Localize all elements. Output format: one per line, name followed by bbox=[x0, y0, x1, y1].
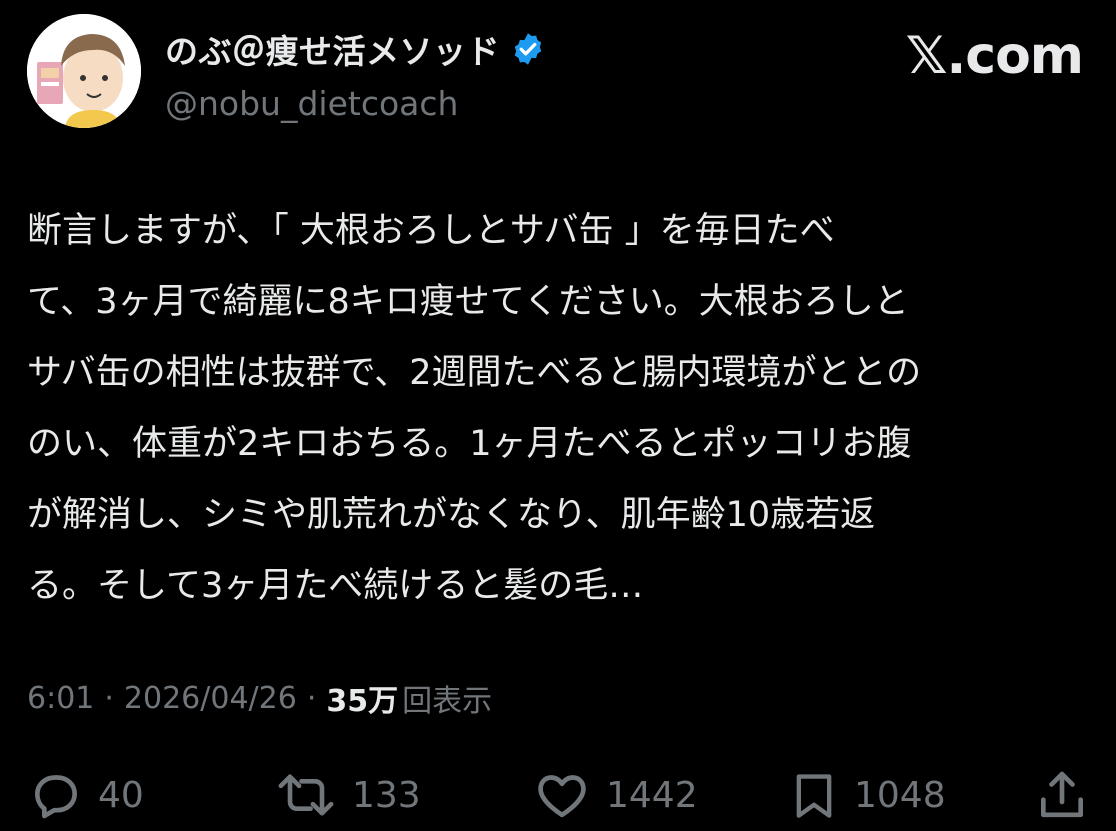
display-name[interactable]: のぶ＠痩せ活メソッド bbox=[165, 25, 500, 73]
display-name-row: のぶ＠痩せ活メソッド bbox=[165, 25, 805, 73]
tweet-meta: 6:01 · 2026/04/26 · 35万 回表示 bbox=[27, 676, 492, 720]
user-handle[interactable]: @nobu_dietcoach bbox=[165, 84, 805, 123]
tweet-actions: 40 133 1442 1048 bbox=[24, 760, 1094, 830]
tweet-line: が解消し、シミや肌荒れがなくなり、肌年齢10歳若返 bbox=[27, 495, 876, 535]
verified-badge-icon bbox=[510, 31, 546, 67]
views-label: 回表示 bbox=[402, 684, 493, 719]
tweet-line: て、3ヶ月で綺麗に8キロ痩せてください。大根おろしと bbox=[27, 282, 909, 322]
x-brand-logo: 𝕏.com bbox=[905, 26, 1084, 86]
bookmark-count: 1048 bbox=[854, 774, 946, 816]
reply-button[interactable]: 40 bbox=[28, 760, 144, 830]
tweet-line: る。そして3ヶ月たべ続けると髪の毛… bbox=[27, 566, 644, 606]
bookmark-icon bbox=[788, 767, 840, 823]
repost-arrows-icon bbox=[274, 767, 338, 823]
avatar[interactable] bbox=[27, 14, 141, 128]
reply-count: 40 bbox=[98, 774, 144, 816]
tweet-line: サバ缶の相性は抜群で、2週間たべると腸内環境がととの bbox=[27, 353, 922, 393]
tweet-line: のい、体重が2キロおちる。1ヶ月たべるとポッコリお腹 bbox=[27, 424, 912, 464]
speech-bubble-icon bbox=[28, 767, 84, 823]
post-time[interactable]: 6:01 bbox=[27, 681, 94, 716]
tweet-line: 断言しますが、「 大根おろしとサバ缶 」を毎日たべ bbox=[27, 211, 835, 251]
repost-count: 133 bbox=[352, 774, 421, 816]
user-info: のぶ＠痩せ活メソッド @nobu_dietcoach bbox=[165, 28, 805, 123]
tweet-header: のぶ＠痩せ活メソッド @nobu_dietcoach 𝕏.com bbox=[27, 14, 1089, 128]
meta-separator: · bbox=[104, 680, 114, 716]
repost-button[interactable]: 133 bbox=[274, 760, 421, 830]
like-button[interactable]: 1442 bbox=[532, 760, 698, 830]
views-count[interactable]: 35万 bbox=[326, 676, 398, 720]
post-date[interactable]: 2026/04/26 bbox=[124, 681, 297, 716]
bookmark-button[interactable]: 1048 bbox=[788, 760, 946, 830]
meta-separator: · bbox=[306, 680, 317, 716]
avatar-illustration bbox=[27, 14, 141, 128]
like-count: 1442 bbox=[606, 774, 698, 816]
share-upload-icon bbox=[1034, 767, 1090, 823]
share-button[interactable] bbox=[1034, 760, 1090, 830]
heart-icon bbox=[532, 767, 592, 823]
tweet-text: 断言しますが、「 大根おろしとサバ缶 」を毎日たべ て、3ヶ月で綺麗に8キロ痩せ… bbox=[27, 196, 1097, 622]
